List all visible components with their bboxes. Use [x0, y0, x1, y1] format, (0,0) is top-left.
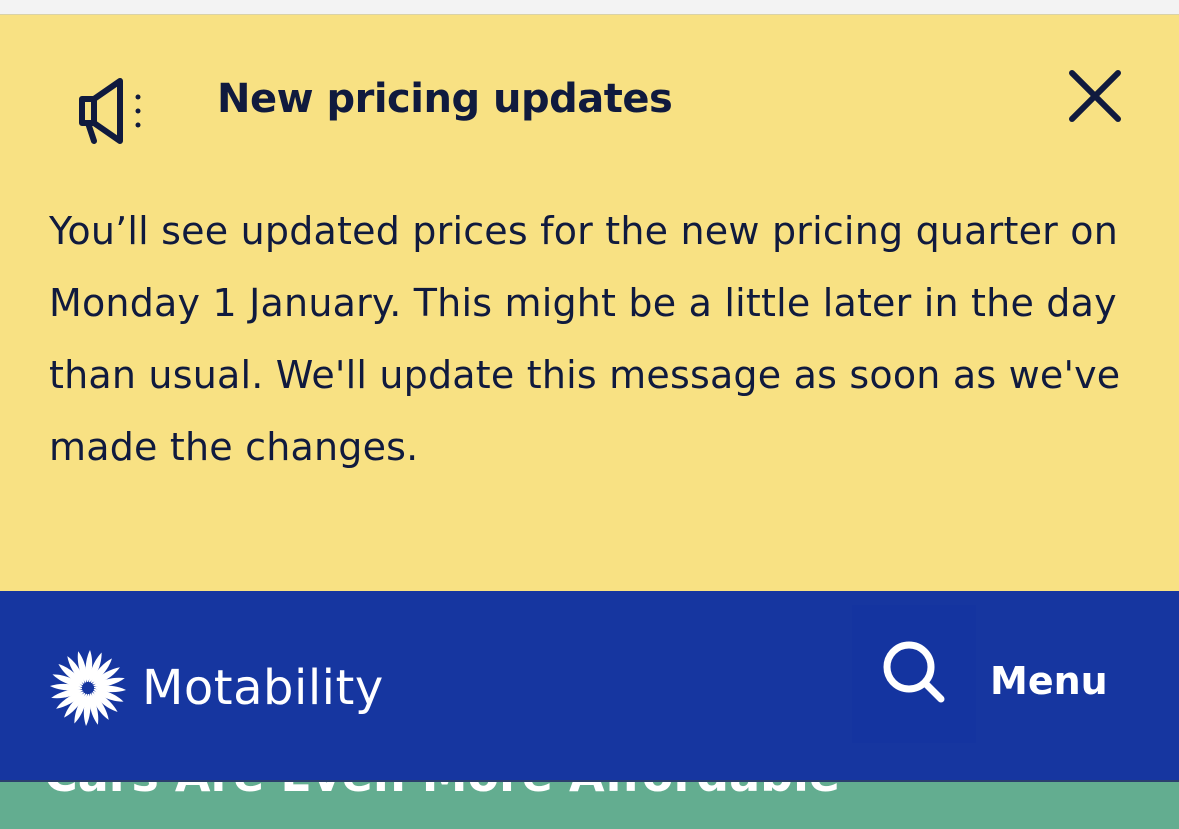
menu-button[interactable]: Menu — [990, 659, 1108, 703]
starburst-logo-icon — [48, 648, 128, 728]
motability-logo-link[interactable]: Motability — [48, 646, 384, 730]
brand-name: Motability — [142, 660, 384, 716]
browser-top-strip — [0, 0, 1179, 15]
banner-message: You’ll see updated prices for the new pr… — [49, 209, 1121, 469]
hero-section: Cars Are Even More Affordable — [0, 780, 1179, 829]
close-icon — [1060, 70, 1130, 137]
close-banner-button[interactable] — [1060, 63, 1130, 133]
search-button[interactable] — [852, 605, 976, 743]
page: New pricing updates You’ll see updated p… — [0, 0, 1179, 829]
search-icon — [879, 637, 949, 711]
site-header: Motability Menu — [0, 591, 1179, 780]
banner-title: New pricing updates — [217, 76, 673, 122]
announcement-banner: New pricing updates You’ll see updated p… — [0, 15, 1179, 591]
megaphone-icon — [74, 75, 150, 147]
hero-heading-partial: Cars Are Even More Affordable — [44, 782, 840, 802]
